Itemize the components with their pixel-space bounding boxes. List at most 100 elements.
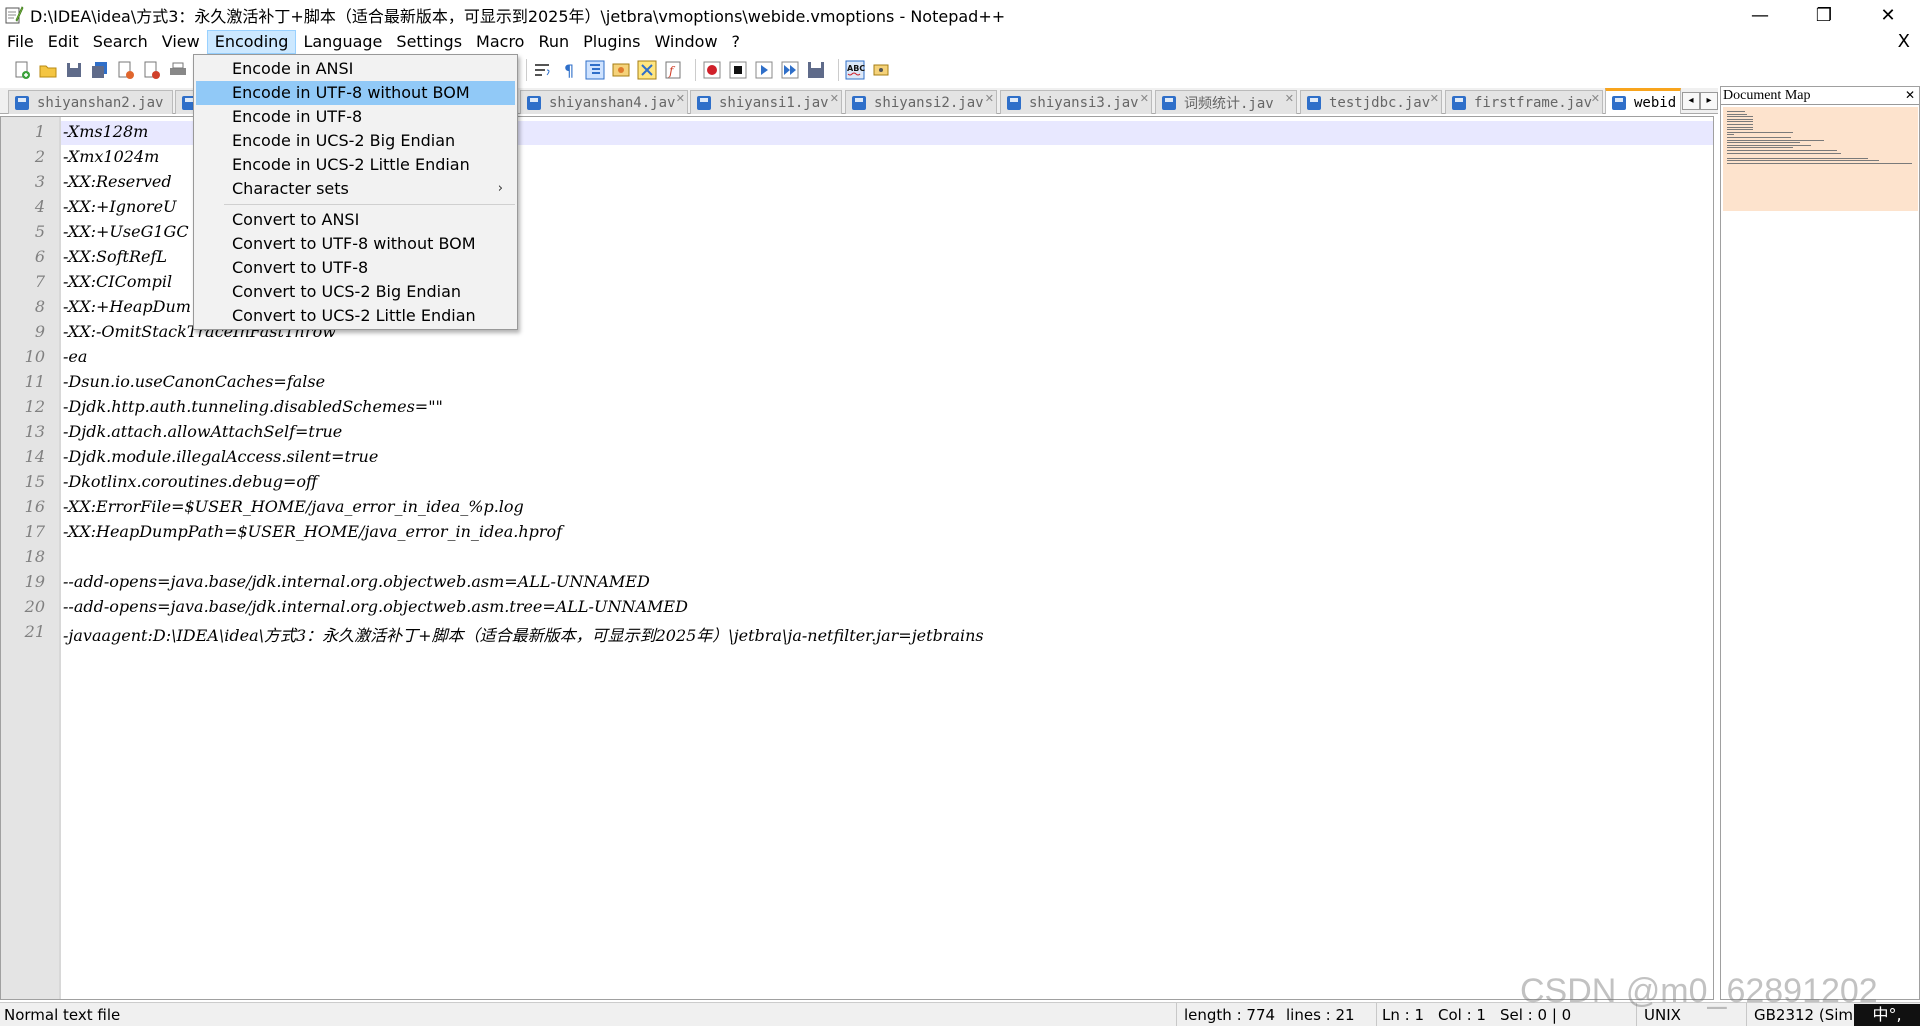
- code-line[interactable]: -XX:+IgnoreU: [63, 197, 177, 216]
- menu-file[interactable]: File: [0, 30, 41, 54]
- code-line[interactable]: --add-opens=java.base/jdk.internal.org.o…: [63, 597, 688, 616]
- close-icon[interactable]: [116, 60, 136, 80]
- saved-file-icon: [1307, 95, 1321, 110]
- status-separator: [1376, 1003, 1377, 1026]
- saved-file-icon: [15, 95, 29, 110]
- save-icon[interactable]: [64, 60, 84, 80]
- stop-record-icon[interactable]: [728, 60, 748, 80]
- line-number-gutter: 1 2 3 4 5 6 7 8 9 10 11 12 13 14 15 16 17 18 19 20 21: [1, 117, 59, 999]
- ime-indicator[interactable]: 中°,: [1854, 1004, 1920, 1026]
- code-line[interactable]: -XX:ErrorFile=$USER_HOME/java_error_in_i…: [63, 497, 524, 516]
- tab-shiyansi3[interactable]: shiyansi3.jav ✕: [1000, 90, 1152, 114]
- function-list-icon-2[interactable]: f: [663, 60, 683, 80]
- encoding-menu-item-encode-in-utf-8-without-bom[interactable]: Encode in UTF-8 without BOM: [196, 81, 515, 105]
- line-number: 12: [24, 397, 45, 416]
- document-map-close-button[interactable]: ✕: [1905, 87, 1915, 104]
- close-document-button[interactable]: X: [1898, 30, 1910, 54]
- code-line[interactable]: -XX:+UseG1GC: [63, 222, 189, 241]
- line-number: 21: [24, 622, 45, 641]
- menu-edit[interactable]: Edit: [41, 30, 86, 54]
- tab-shiyansi2[interactable]: shiyansi2.jav ✕: [845, 90, 997, 114]
- save-all-icon[interactable]: [90, 60, 110, 80]
- status-ln: Ln : 1: [1382, 1006, 1424, 1024]
- line-number: 6: [34, 247, 45, 266]
- menu-window[interactable]: Window: [647, 30, 724, 54]
- wrap-icon[interactable]: [533, 60, 553, 80]
- saved-file-icon: [1162, 95, 1176, 110]
- menu-run[interactable]: Run: [531, 30, 576, 54]
- spellcheck-icon[interactable]: ABC: [845, 60, 865, 80]
- close-window-button[interactable]: ✕: [1856, 0, 1920, 30]
- encoding-menu-item-convert-to-ucs-2-little-endian[interactable]: Convert to UCS-2 Little Endian: [196, 304, 515, 328]
- tab-close-icon[interactable]: ✕: [676, 92, 685, 105]
- tab-word-frequency[interactable]: 词频统计.jav ✕: [1155, 90, 1297, 114]
- code-line[interactable]: -XX:SoftRefL: [63, 247, 167, 266]
- indent-guide-icon[interactable]: [585, 60, 605, 80]
- play-macro-icon[interactable]: [754, 60, 774, 80]
- code-line[interactable]: --add-opens=java.base/jdk.internal.org.o…: [63, 572, 650, 591]
- record-macro-icon[interactable]: [702, 60, 722, 80]
- document-map-viewport[interactable]: [1723, 107, 1918, 211]
- code-line[interactable]: -ea: [63, 347, 87, 366]
- code-line[interactable]: -Xmx1024m: [63, 147, 159, 166]
- code-line[interactable]: -Dkotlinx.coroutines.debug=off: [63, 472, 317, 491]
- encoding-menu-item-convert-to-utf-8-without-bom[interactable]: Convert to UTF-8 without BOM: [196, 232, 515, 256]
- code-line[interactable]: -javaagent:D:\IDEA\idea\方式3：永久激活补丁+脚本（适合…: [63, 622, 984, 646]
- code-line[interactable]: -XX:+HeapDum: [63, 297, 191, 316]
- encoding-menu-item-convert-to-ucs-2-big-endian[interactable]: Convert to UCS-2 Big Endian: [196, 280, 515, 304]
- minimize-button[interactable]: —: [1728, 0, 1792, 30]
- code-line[interactable]: -Djdk.module.illegalAccess.silent=true: [63, 447, 378, 466]
- tab-close-icon[interactable]: ✕: [1591, 92, 1600, 105]
- tab-shiyanshan2[interactable]: shiyanshan2.jav: [8, 90, 173, 114]
- doc-map-icon[interactable]: [637, 60, 657, 80]
- encoding-menu-item-convert-to-utf-8[interactable]: Convert to UTF-8: [196, 256, 515, 280]
- tab-close-icon[interactable]: ✕: [1140, 92, 1149, 105]
- menu-view[interactable]: View: [155, 30, 207, 54]
- tab-scroll-right-button[interactable]: ▸: [1700, 92, 1718, 110]
- encoding-menu-item-encode-in-ucs-2-big-endian[interactable]: Encode in UCS-2 Big Endian: [196, 129, 515, 153]
- close-all-icon[interactable]: [142, 60, 162, 80]
- code-line[interactable]: -Djdk.attach.allowAttachSelf=true: [63, 422, 342, 441]
- line-number: 11: [24, 372, 45, 391]
- new-file-icon[interactable]: [12, 60, 32, 80]
- tab-close-icon[interactable]: ✕: [1430, 92, 1439, 105]
- tab-testjdbc[interactable]: testjdbc.jav ✕: [1300, 90, 1442, 114]
- encoding-menu-item-encode-in-ucs-2-little-endian[interactable]: Encode in UCS-2 Little Endian: [196, 153, 515, 177]
- encoding-menu-item-convert-to-ansi[interactable]: Convert to ANSI: [196, 208, 515, 232]
- encoding-menu-item-encode-in-ansi[interactable]: Encode in ANSI: [196, 57, 515, 81]
- code-line[interactable]: -Xms128m: [63, 122, 148, 141]
- menu-encoding[interactable]: Encoding: [206, 30, 297, 54]
- save-macro-icon[interactable]: [806, 60, 826, 80]
- line-number: 16: [24, 497, 45, 516]
- all-chars-icon[interactable]: ¶: [559, 60, 579, 80]
- menu-language[interactable]: Language: [296, 30, 389, 54]
- menu-help[interactable]: ?: [725, 30, 748, 54]
- tab-shiyansi1[interactable]: shiyansi1.jav ✕: [690, 90, 842, 114]
- menu-plugins[interactable]: Plugins: [576, 30, 647, 54]
- user-lang-icon[interactable]: [611, 60, 631, 80]
- open-file-icon[interactable]: [38, 60, 58, 80]
- document-map-line: [1727, 144, 1811, 146]
- tab-scroll-left-button[interactable]: ◂: [1682, 92, 1700, 110]
- code-line[interactable]: -Dsun.io.useCanonCaches=false: [63, 372, 325, 391]
- print-icon[interactable]: [168, 60, 188, 80]
- run-macro-multiple-icon[interactable]: [780, 60, 800, 80]
- code-line[interactable]: -XX:Reserved: [63, 172, 172, 191]
- tab-firstframe[interactable]: firstframe.jav ✕: [1445, 90, 1603, 114]
- menu-settings[interactable]: Settings: [389, 30, 469, 54]
- tab-close-icon[interactable]: ✕: [830, 92, 839, 105]
- code-line[interactable]: -XX:HeapDumpPath=$USER_HOME/java_error_i…: [63, 522, 562, 541]
- title-bar: D:\IDEA\idea\方式3：永久激活补丁+脚本（适合最新版本，可显示到20…: [0, 0, 1920, 30]
- code-line[interactable]: -Djdk.http.auth.tunneling.disabledScheme…: [63, 397, 443, 416]
- code-line[interactable]: -XX:CICompil: [63, 272, 172, 291]
- tab-webide-active[interactable]: webid: [1605, 88, 1681, 114]
- encoding-menu-item-encode-in-utf-8[interactable]: Encode in UTF-8: [196, 105, 515, 129]
- maximize-button[interactable]: ❐: [1792, 0, 1856, 30]
- spellcheck-options-icon[interactable]: [871, 60, 891, 80]
- encoding-menu-item-character-sets[interactable]: Character sets ›: [196, 177, 515, 201]
- tab-close-icon[interactable]: ✕: [985, 92, 994, 105]
- menu-macro[interactable]: Macro: [469, 30, 531, 54]
- menu-search[interactable]: Search: [86, 30, 155, 54]
- tab-shiyanshan4[interactable]: shiyanshan4.jav ✕: [520, 90, 688, 114]
- tab-close-icon[interactable]: ✕: [1285, 92, 1294, 105]
